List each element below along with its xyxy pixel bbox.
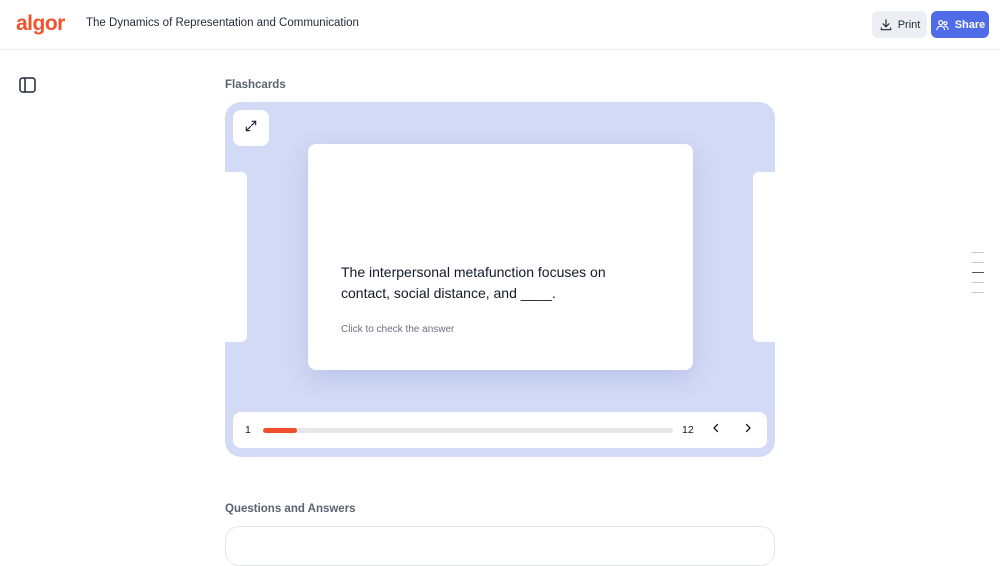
print-button[interactable]: Print	[872, 11, 927, 38]
users-icon	[935, 18, 950, 32]
questions-answers-heading: Questions and Answers	[225, 503, 356, 515]
rail-index-line[interactable]	[972, 252, 984, 253]
rail-index-line[interactable]	[972, 282, 984, 283]
top-header: algor The Dynamics of Representation and…	[0, 0, 1000, 50]
next-card-preview[interactable]	[753, 172, 775, 342]
progress-total-number: 12	[682, 424, 694, 436]
flashcard-hint: Click to check the answer	[341, 324, 455, 335]
sidebar-panel-icon	[19, 77, 36, 97]
progress-current-number: 1	[245, 424, 251, 436]
sidebar-toggle-button[interactable]	[19, 77, 36, 93]
expand-button[interactable]	[233, 110, 269, 146]
chevron-right-icon	[742, 421, 754, 439]
share-button[interactable]: Share	[931, 11, 989, 38]
flashcards-heading: Flashcards	[225, 79, 286, 91]
rail-index-line[interactable]	[972, 292, 984, 293]
rail-index-line[interactable]	[972, 272, 984, 273]
questions-answers-panel	[225, 526, 775, 566]
chevron-left-icon	[710, 421, 722, 439]
previous-card-preview[interactable]	[225, 172, 247, 342]
section-index-rail	[972, 252, 984, 302]
progress-fill	[263, 428, 298, 433]
flashcard[interactable]: The interpersonal metafunction focuses o…	[308, 144, 693, 370]
previous-card-button[interactable]	[707, 421, 725, 439]
flashcard-stage: The interpersonal metafunction focuses o…	[225, 102, 775, 457]
rail-index-line[interactable]	[972, 262, 984, 263]
progress-track[interactable]	[263, 428, 673, 433]
document-title: The Dynamics of Representation and Commu…	[86, 17, 359, 29]
next-card-button[interactable]	[739, 421, 757, 439]
flashcard-question: The interpersonal metafunction focuses o…	[341, 264, 606, 301]
download-icon	[879, 18, 893, 32]
share-button-label: Share	[954, 18, 986, 31]
expand-arrows-icon	[244, 119, 258, 138]
flashcard-progress-bar: 1 12	[233, 412, 767, 448]
print-button-label: Print	[897, 18, 921, 31]
algor-logo[interactable]: algor	[16, 12, 65, 36]
